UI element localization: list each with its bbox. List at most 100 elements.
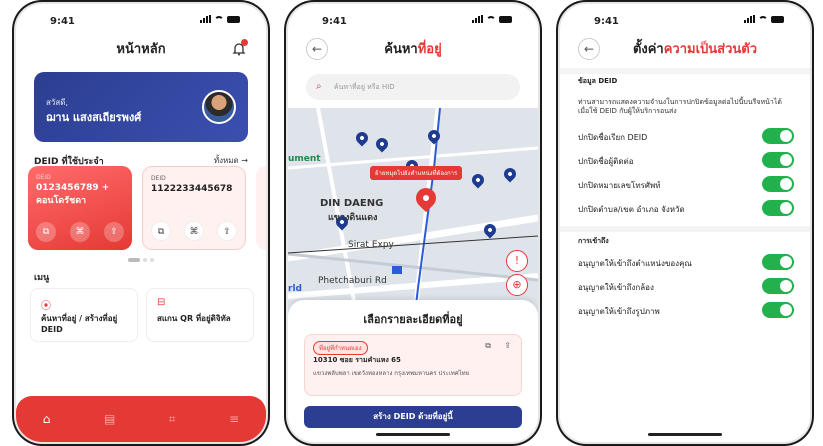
page-title: หน้าหลัก [116,42,166,57]
wifi-icon [486,15,496,23]
status-icons [744,15,784,23]
deid-card-label: DEID [151,175,166,182]
scan-icon: ⊟ [157,297,166,308]
bell-icon[interactable] [232,39,248,56]
signal-icon [744,15,755,23]
menu-icon[interactable]: ≡ [229,412,239,426]
address-line-1: 10310 ซอย รามคำแหง 65 [313,356,401,364]
address-line-2: แขวงพลับพลา เขตวังทองหลาง กรุงเทพมหานคร … [313,370,470,377]
deid-card-peek[interactable] [256,166,266,250]
toggle-switch[interactable] [762,152,794,168]
share-icon[interactable]: ⇪ [217,221,237,241]
deid-card[interactable]: DEID 1122233445678 ⧉ ⌘ ⇪ [142,166,246,250]
user-name: ฌาน แสงสเถียรพงศ์ [46,111,142,124]
wifi-icon [214,15,224,23]
toggle-row: ปกปิดชื่อผู้ติดต่อ [578,152,794,168]
deid-card[interactable]: DEID 0123456789 + คอนโดรัชดา ⧉ ⌘ ⇪ [28,166,132,250]
status-icons [200,15,240,23]
toggle-row: ปกปิดตำบล/เขต อำเภอ จังหวัด [578,200,794,216]
toggle-label: อนุญาตให้เข้าถึงรูปภาพ [578,307,660,316]
map-roads [288,108,538,322]
battery-icon [771,15,784,23]
wifi-icon [758,15,768,23]
sheet-title: เลือกรายละเอียดที่อยู่ [363,313,463,326]
status-bar: 9:41 [16,4,266,32]
avatar[interactable] [202,90,236,124]
toggle-label: ปกปิดตำบล/เขต อำเภอ จังหวัด [578,205,685,214]
home-icon[interactable]: ⌂ [43,412,51,426]
deid-card-actions: ⧉ ⌘ ⇪ [151,221,237,241]
home-indicator [648,433,722,436]
search-input[interactable]: ⌕ ค้นหาที่อยู่ หรือ HID [306,74,520,100]
menu-search-address[interactable]: ⦿ ค้นหาที่อยู่ / สร้างที่อยู่ DEID [30,288,138,342]
map-label: ument [288,154,321,164]
signal-icon [200,15,211,23]
toggle-row: อนุญาตให้เข้าถึงรูปภาพ [578,302,794,318]
toggle-row: อนุญาตให้เข้าถึงตำแหน่งของคุณ [578,254,794,270]
toggle-row: ปกปิดหมายเลขโทรศัพท์ [578,176,794,192]
address-card[interactable]: ที่อยู่ที่กำหนดเอง ⧉ ⇪ 10310 ซอย รามคำแห… [304,334,522,396]
menu-scan-qr[interactable]: ⊟ สแกน QR ที่อยู่ดิจิทัล [146,288,254,342]
create-deid-button[interactable]: สร้าง DEID ด้วยที่อยู่นี้ [304,406,522,428]
copy-icon[interactable]: ⧉ [485,341,491,351]
share-icon[interactable]: ⇪ [504,341,511,350]
deid-card-label: DEID [36,174,51,181]
copy-icon[interactable]: ⧉ [36,222,56,242]
menu-label: สแกน QR ที่อยู่ดิจิทัล [157,314,231,323]
toggle-label: อนุญาตให้เข้าถึงตำแหน่งของคุณ [578,259,692,268]
address-badge: ที่อยู่ที่กำหนดเอง [313,341,368,355]
toggle-row: อนุญาตให้เข้าถึงกล้อง [578,278,794,294]
toggle-label: ปกปิดชื่อเรียก DEID [578,133,648,142]
status-time: 9:41 [594,16,619,27]
section-divider [560,226,810,232]
toggle-label: อนุญาตให้เข้าถึงกล้อง [578,283,654,292]
notification-dot [241,39,248,46]
battery-icon [499,15,512,23]
map-label: DIN DAENG [320,198,384,209]
privacy-description: ท่านสามารถแสดงความจำนงในการปกปิดข้อมูลต่… [578,98,782,115]
deid-card-number: 1122233445678 [151,184,233,194]
page-title: ตั้งค่าความเป็นส่วนตัว [560,38,810,59]
toggle-switch[interactable] [762,128,794,144]
status-time: 9:41 [322,16,347,27]
map-view[interactable]: ย้ายหมุดไปยังตำแหน่งที่ต้องการ ument DIN… [288,108,538,322]
qr-icon[interactable]: ⌘ [184,221,204,241]
status-icons [472,15,512,23]
copy-icon[interactable]: ⧉ [151,221,171,241]
deid-card-number: 0123456789 + คอนโดรัชดา [36,183,110,206]
alert-icon[interactable]: ! [506,250,528,272]
toggle-switch[interactable] [762,176,794,192]
toggle-switch[interactable] [762,302,794,318]
map-label: rld [288,284,302,294]
address-bottom-sheet: เลือกรายละเอียดที่อยู่ ที่อยู่ที่กำหนดเอ… [288,300,538,442]
toggle-switch[interactable] [762,254,794,270]
battery-icon [227,15,240,23]
scan-tab-icon[interactable]: ⌗ [169,412,176,427]
signal-icon [472,15,483,23]
deid-group-title: ข้อมูล DEID [578,77,618,85]
title-accent: ความเป็นส่วนตัว [663,42,758,57]
map-hint-tag: ย้ายหมุดไปยังตำแหน่งที่ต้องการ [370,166,463,180]
title-accent: ที่อยู่ [417,42,442,57]
share-icon[interactable]: ⇪ [104,222,124,242]
search-icon: ⌕ [316,81,322,92]
status-bar: 9:41 [288,4,538,32]
toggle-label: ปกปิดหมายเลขโทรศัพท์ [578,181,661,190]
toggle-switch[interactable] [762,278,794,294]
map-label: Phetchaburi Rd [318,276,387,286]
status-time: 9:41 [50,16,75,27]
status-bar: 9:41 [560,4,810,32]
locate-me-icon[interactable]: ⊕ [506,274,528,296]
access-group-title: การเข้าถึง [578,237,609,245]
home-screen: 9:41 หน้าหลัก สวัสดี, ฌาน แสงสเถียรพงศ์ … [16,4,266,442]
greeting-card: สวัสดี, ฌาน แสงสเถียรพงศ์ [34,72,248,142]
toggle-row: ปกปิดชื่อเรียก DEID [578,128,794,144]
toggle-switch[interactable] [762,200,794,216]
toggle-label: ปกปิดชื่อผู้ติดต่อ [578,157,634,166]
document-icon[interactable]: ▤ [104,412,115,426]
qr-icon[interactable]: ⌘ [70,222,90,242]
search-placeholder: ค้นหาที่อยู่ หรือ HID [334,83,395,91]
map-label: Sirat Expy [348,240,394,250]
deid-card-actions: ⧉ ⌘ ⇪ [36,222,124,242]
search-address-screen: 9:41 ← ค้นหาที่อยู่ ⌕ ค้นหาที่อยู่ หรือ … [288,4,538,442]
